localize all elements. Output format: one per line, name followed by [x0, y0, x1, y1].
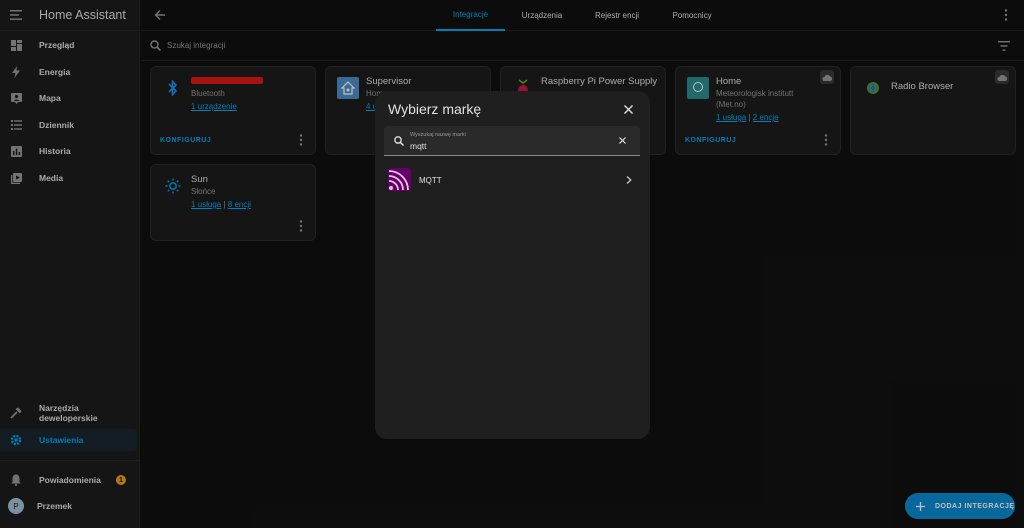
search-icon: [394, 136, 404, 146]
chevron-right-icon: [626, 176, 632, 184]
dialog-title: Wybierz markę: [388, 101, 482, 117]
brand-item-label: MQTT: [419, 176, 442, 185]
brand-search-value: mqtt: [410, 141, 427, 151]
clear-icon[interactable]: [619, 137, 626, 144]
brand-item-mqtt[interactable]: MQTT: [375, 168, 650, 193]
brand-search-field[interactable]: Wyszukaj nazwę marki mqtt: [384, 126, 640, 156]
choose-brand-dialog: Wybierz markę Wyszukaj nazwę marki mqtt …: [375, 91, 650, 439]
brand-search-label: Wyszukaj nazwę marki: [410, 132, 466, 138]
close-icon[interactable]: [624, 105, 633, 114]
mqtt-icon: [388, 168, 411, 191]
